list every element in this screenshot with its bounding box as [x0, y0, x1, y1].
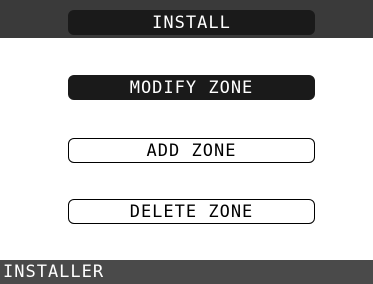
- delete-zone-label: DELETE ZONE: [129, 201, 254, 222]
- page-title-text: INSTALL: [152, 12, 231, 33]
- modify-zone-button[interactable]: MODIFY ZONE: [68, 75, 315, 100]
- modify-zone-label: MODIFY ZONE: [129, 77, 254, 98]
- footer-label: INSTALLER: [3, 262, 105, 282]
- add-zone-label: ADD ZONE: [146, 140, 237, 161]
- add-zone-button[interactable]: ADD ZONE: [68, 138, 315, 163]
- footer-bar: INSTALLER: [0, 260, 373, 284]
- header-bar: INSTALL: [0, 0, 373, 38]
- delete-zone-button[interactable]: DELETE ZONE: [68, 199, 315, 224]
- page-title: INSTALL: [68, 10, 315, 35]
